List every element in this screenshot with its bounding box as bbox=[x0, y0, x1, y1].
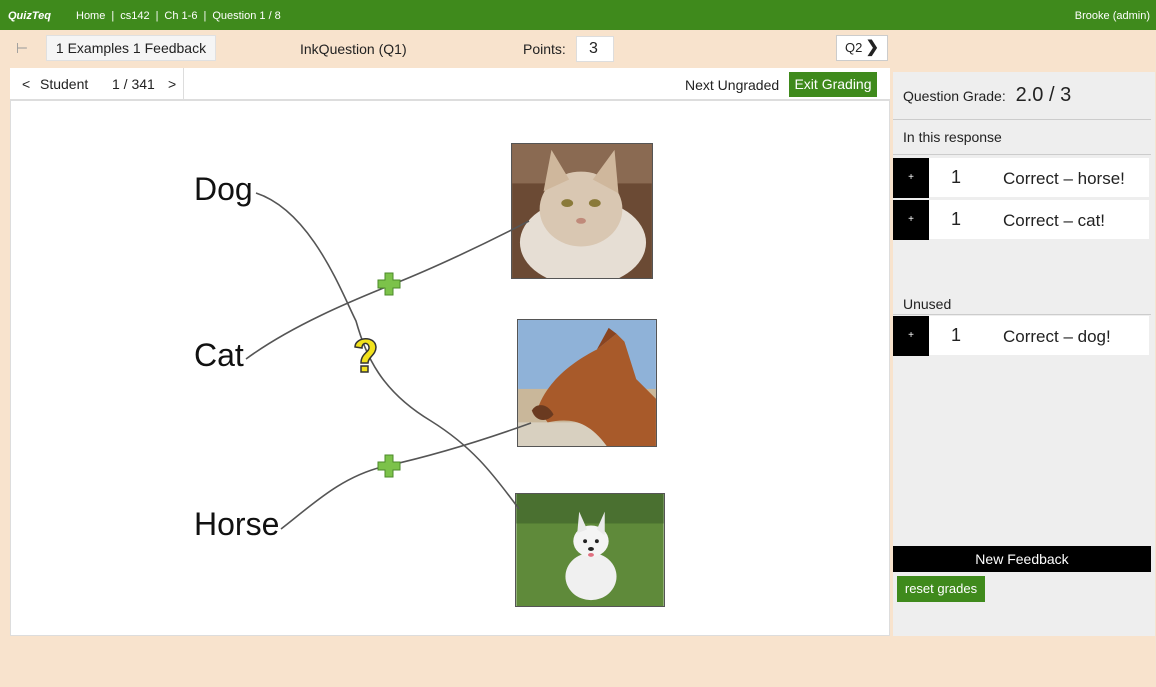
toggle-feedback-button[interactable]: + bbox=[893, 158, 929, 198]
divider bbox=[893, 119, 1151, 120]
points-label: Points: bbox=[523, 41, 566, 57]
feedback-points: 1 bbox=[951, 167, 962, 187]
feedback-points: 1 bbox=[951, 209, 962, 229]
correct-plus-icon[interactable] bbox=[377, 272, 401, 296]
correct-plus-icon[interactable] bbox=[377, 454, 401, 478]
app-logo[interactable]: QuizTeq bbox=[8, 10, 51, 22]
student-count: 1 / 341 bbox=[112, 76, 155, 92]
examples-feedback-button[interactable]: 1 Examples 1 Feedback bbox=[46, 35, 216, 61]
next-student-button[interactable]: > bbox=[168, 68, 176, 100]
breadcrumb-question[interactable]: Question 1 / 8 bbox=[212, 10, 281, 22]
student-navigation-bar: < Student 1 / 341 > Next Ungraded Exit G… bbox=[10, 68, 890, 100]
question-header-bar: ⊢ 1 Examples 1 Feedback InkQuestion (Q1)… bbox=[0, 30, 890, 64]
feedback-text: Correct – dog! bbox=[1003, 327, 1111, 346]
exit-grading-button[interactable]: Exit Grading bbox=[789, 72, 877, 97]
student-pager: < Student 1 / 341 > bbox=[10, 68, 184, 100]
feedback-text: Correct – cat! bbox=[1003, 211, 1106, 230]
ink-strokes bbox=[245, 192, 532, 530]
collapse-panel-icon[interactable]: ⊢ bbox=[10, 36, 34, 60]
points-input[interactable]: 3 bbox=[576, 36, 614, 62]
user-menu[interactable]: Brooke (admin) bbox=[1075, 10, 1150, 22]
student-label: Student bbox=[40, 76, 89, 92]
next-question-label: Q2 bbox=[845, 40, 863, 55]
feedback-item-dog[interactable]: + 1 Correct – dog! bbox=[893, 316, 1149, 356]
question-title: InkQuestion (Q1) bbox=[300, 41, 407, 57]
next-ungraded-button[interactable]: Next Ungraded bbox=[685, 77, 779, 93]
top-navigation-bar: QuizTeq Home | cs142 | Ch 1-6 | Question 1 / 8… bbox=[0, 0, 1156, 30]
grading-panel: Question Grade: 2.0 / 3 In this response… bbox=[893, 72, 1155, 636]
toggle-feedback-button[interactable]: + bbox=[893, 316, 929, 356]
unused-label: Unused bbox=[903, 296, 952, 312]
question-grade-value: 2.0 / 3 bbox=[1015, 84, 1072, 106]
reset-grades-button[interactable]: reset grades bbox=[897, 576, 985, 602]
question-mark-icon[interactable] bbox=[354, 338, 377, 373]
question-grade-label: Question Grade: bbox=[903, 88, 1006, 104]
breadcrumb-chapter[interactable]: Ch 1-6 bbox=[164, 10, 197, 22]
feedback-item-horse[interactable]: + 1 Correct – horse! bbox=[893, 158, 1149, 198]
breadcrumb-separator: | bbox=[155, 10, 159, 22]
breadcrumb-separator: | bbox=[203, 10, 207, 22]
in-response-label: In this response bbox=[903, 129, 1002, 145]
breadcrumb: Home | cs142 | Ch 1-6 | Question 1 / 8 bbox=[76, 10, 281, 22]
breadcrumb-separator: | bbox=[111, 10, 115, 22]
question-grade: Question Grade: 2.0 / 3 bbox=[903, 84, 1071, 107]
ink-response-canvas[interactable]: Dog Cat Horse bbox=[10, 100, 890, 636]
feedback-text: Correct – horse! bbox=[1003, 169, 1125, 188]
breadcrumb-home[interactable]: Home bbox=[76, 10, 105, 22]
new-feedback-button[interactable]: New Feedback bbox=[893, 546, 1151, 572]
feedback-item-cat[interactable]: + 1 Correct – cat! bbox=[893, 200, 1149, 240]
divider bbox=[893, 154, 1151, 155]
divider bbox=[893, 314, 1151, 315]
chevron-right-icon: ❯ bbox=[865, 39, 879, 56]
toggle-feedback-button[interactable]: + bbox=[893, 200, 929, 240]
previous-student-button[interactable]: < bbox=[22, 68, 30, 100]
feedback-points: 1 bbox=[951, 325, 962, 345]
next-question-button[interactable]: Q2 ❯ bbox=[836, 35, 888, 61]
breadcrumb-course[interactable]: cs142 bbox=[120, 10, 149, 22]
